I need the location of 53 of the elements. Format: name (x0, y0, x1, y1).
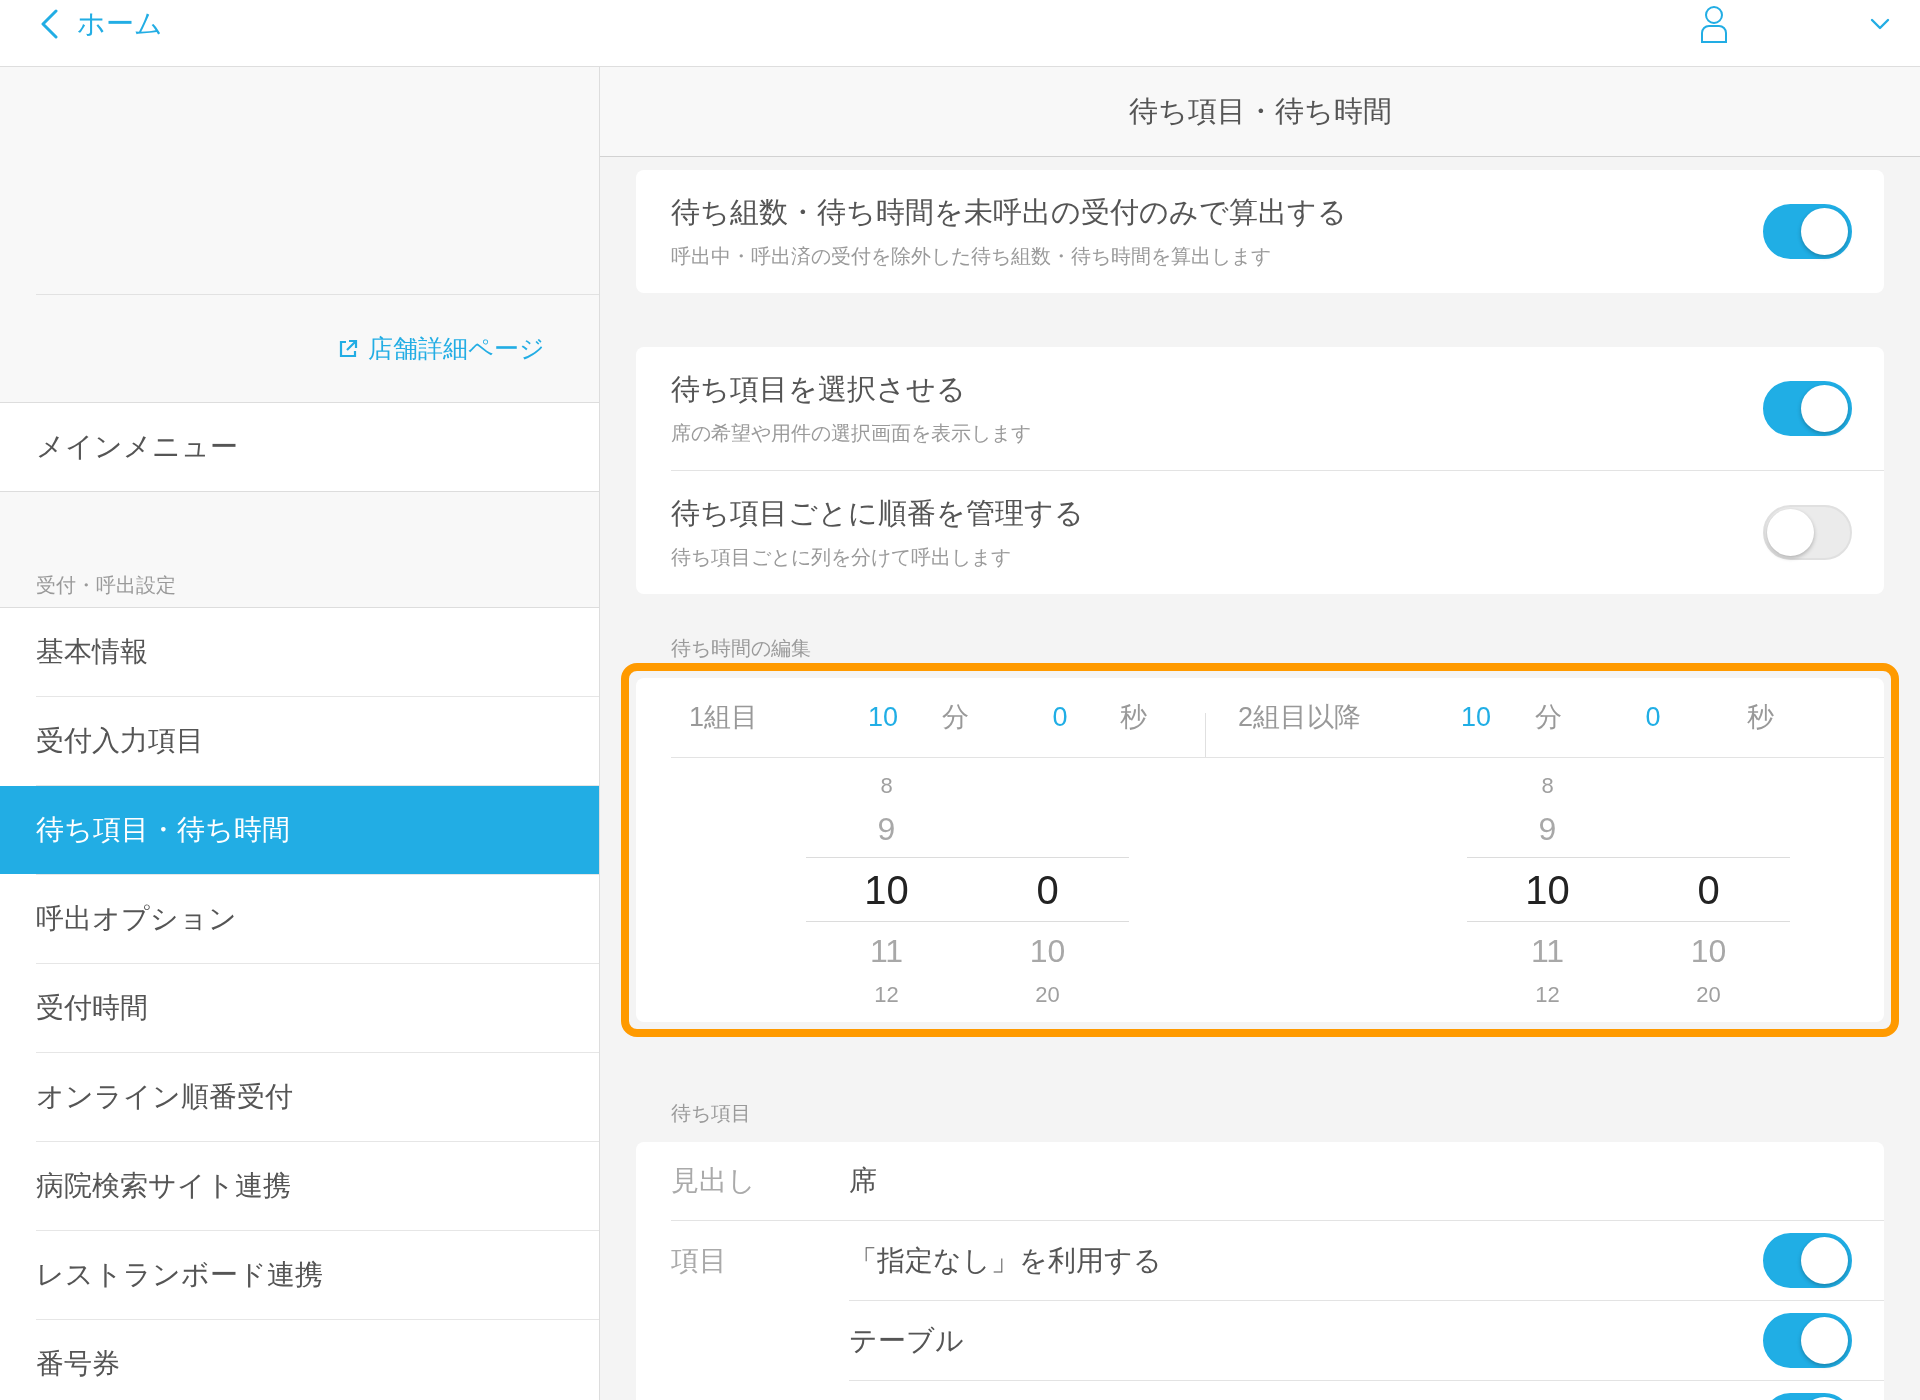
external-link-icon (338, 338, 358, 359)
picker-option[interactable]: 8 (880, 775, 893, 797)
toggle-switch[interactable] (1763, 204, 1852, 259)
picker-option[interactable]: 12 (874, 984, 899, 1006)
option-label: 「指定なし」を利用する (849, 1244, 1162, 1276)
field-label: 見出し (671, 1165, 756, 1196)
picker-option[interactable]: 10 (1029, 935, 1066, 967)
setting-description: 待ち項目ごとに列を分けて呼出します (671, 545, 1011, 570)
section-label: 待ち時間の編集 (671, 637, 811, 659)
unit-label: 秒 (1745, 701, 1775, 735)
setting-description: 呼出中・呼出済の受付を除外した待ち組数・待ち時間を算出します (671, 244, 1271, 269)
picker-option[interactable]: 0 (1036, 869, 1059, 910)
minutes-value: 10 (1459, 701, 1492, 735)
group-label: 2組目以降 (1238, 701, 1363, 735)
page-title: 待ち項目・待ち時間 (1128, 93, 1392, 129)
picker-option[interactable]: 9 (877, 813, 896, 845)
seconds-value: 0 (1051, 701, 1069, 735)
setting-description: 席の希望や用件の選択画面を表示します (671, 421, 1031, 446)
minutes-value: 10 (866, 701, 899, 735)
store-detail-link[interactable]: 店舗詳細ページ (338, 336, 545, 361)
picker-option[interactable]: 10 (1690, 935, 1727, 967)
setting-title: 待ち項目を選択させる (671, 372, 966, 407)
user-icon[interactable] (1700, 5, 1728, 43)
toggle-switch[interactable] (1763, 1233, 1852, 1288)
unit-label: 分 (940, 701, 970, 735)
picker-option[interactable]: 11 (1530, 935, 1565, 967)
field-label: 項目 (671, 1244, 727, 1278)
picker-option[interactable]: 11 (869, 935, 904, 967)
chevron-down-icon[interactable] (1870, 18, 1890, 30)
picker-option[interactable]: 10 (864, 869, 909, 910)
group-label: 1組目 (689, 701, 760, 735)
toggle-switch[interactable] (1763, 381, 1852, 436)
setting-title: 待ち項目ごとに順番を管理する (671, 496, 1084, 531)
unit-label: 分 (1533, 701, 1563, 735)
seconds-value: 0 (1644, 701, 1662, 735)
main-menu-item[interactable]: メインメニュー (0, 402, 599, 492)
picker-option[interactable]: 10 (1525, 869, 1570, 910)
back-link[interactable]: ホーム (40, 9, 163, 39)
picker-option[interactable]: 20 (1035, 984, 1060, 1006)
section-label: 受付・呼出設定 (36, 573, 176, 597)
section-label: 待ち項目 (671, 1102, 751, 1124)
picker-option[interactable]: 9 (1538, 813, 1557, 845)
field-value: 席 (849, 1164, 877, 1198)
picker-option[interactable]: 0 (1697, 869, 1720, 910)
sidebar-item[interactable]: 待ち項目・待ち時間 (0, 786, 599, 874)
chevron-left-icon (40, 9, 58, 39)
setting-title: 待ち組数・待ち時間を未呼出の受付のみで算出する (671, 195, 1347, 230)
picker-option[interactable]: 8 (1541, 775, 1554, 797)
toggle-switch[interactable] (1763, 1313, 1852, 1368)
unit-label: 秒 (1118, 701, 1148, 735)
picker-option[interactable]: 12 (1535, 984, 1560, 1006)
picker-option[interactable]: 20 (1696, 984, 1721, 1006)
option-label: テーブル (849, 1324, 964, 1356)
